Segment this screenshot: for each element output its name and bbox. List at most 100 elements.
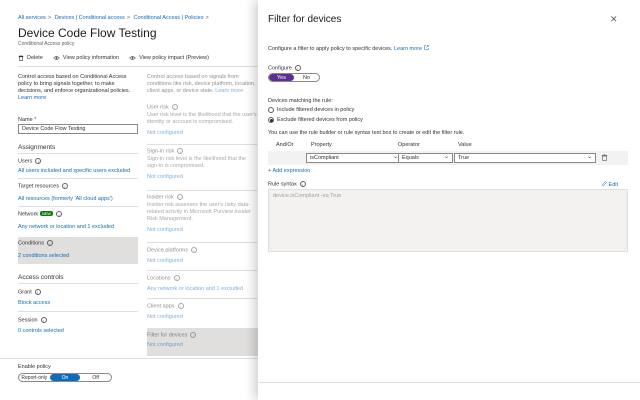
configure-yes-option[interactable]: Yes — [269, 74, 294, 81]
user-risk-item[interactable]: User risk i User risk level is the likeli… — [147, 104, 257, 136]
learn-more-link[interactable]: Learn more — [18, 95, 46, 101]
info-icon: i — [177, 148, 184, 154]
panel-description: Configure a filter to apply policy to sp… — [268, 45, 429, 52]
footer-divider — [0, 358, 258, 359]
add-expression-button[interactable]: + Add expression — [268, 168, 310, 174]
divider — [18, 153, 138, 154]
off-option[interactable]: Off — [80, 374, 111, 381]
exclude-radio[interactable]: Exclude filtered devices from policy — [268, 117, 363, 123]
info-icon: i — [173, 275, 180, 281]
info-icon: i — [190, 247, 197, 253]
value-dropdown[interactable]: True ⌄ — [454, 153, 596, 163]
panel-title: Filter for devices — [268, 14, 342, 25]
property-dropdown[interactable]: isCompliant ⌄ — [306, 153, 402, 163]
breadcrumb-all-services[interactable]: All services — [18, 15, 46, 21]
configure-label: Configure i — [268, 65, 301, 71]
chevron-down-icon: ⌄ — [443, 154, 449, 160]
divider — [18, 311, 138, 312]
divider — [18, 178, 138, 179]
filter-for-devices-item[interactable]: Filter for devices i Not configured — [147, 332, 257, 348]
insider-risk-item[interactable]: Insider risk i Insider risk assesses the … — [147, 194, 257, 233]
panel-footer-divider — [258, 382, 640, 383]
breadcrumb-policies[interactable]: Conditional Access | Policies — [134, 15, 204, 21]
view-policy-impact-button[interactable]: View policy impact (Preview) — [129, 55, 209, 61]
conditions-description: Control access based on signals from con… — [147, 74, 256, 94]
users-label: Users i — [18, 158, 138, 164]
trash-icon — [18, 55, 24, 61]
external-link-icon — [423, 45, 429, 50]
breadcrumb-devices[interactable]: Devices | Conditional access — [55, 15, 125, 21]
target-resources-link[interactable]: All resources (formerly 'All cloud apps'… — [18, 196, 138, 202]
divider — [147, 298, 257, 299]
users-value-link[interactable]: All users included and specific users ex… — [18, 168, 138, 174]
info-icon: i — [56, 211, 63, 217]
col-value-header: Value — [458, 142, 472, 148]
assignments-heading: Assignments — [18, 144, 56, 151]
rule-row: isCompliant ⌄ Equals ⌄ True ⌄ — [268, 151, 628, 165]
grant-label: Grant i — [18, 289, 138, 295]
session-label: Session i — [18, 317, 138, 323]
trash-icon[interactable] — [601, 154, 608, 161]
radio-selected-icon — [268, 117, 274, 123]
info-icon: i — [294, 65, 301, 71]
delete-button[interactable]: Delete — [18, 55, 43, 61]
view-info-label: View policy information — [62, 55, 120, 61]
close-icon[interactable]: ✕ — [610, 14, 618, 25]
info-icon: i — [34, 289, 41, 295]
grant-link[interactable]: Block access — [18, 300, 138, 306]
divider — [18, 206, 138, 207]
info-icon: i — [40, 317, 47, 323]
info-icon: i — [35, 158, 42, 164]
client-apps-link[interactable]: Not configured — [147, 314, 257, 320]
rule-syntax-textbox[interactable]: device.isCompliant -eq True — [268, 189, 628, 252]
include-radio[interactable]: Include filtered devices in policy — [268, 107, 354, 113]
sign-in-risk-item[interactable]: Sign-in risk i Sign-in risk level is the … — [147, 148, 257, 180]
device-platforms-item[interactable]: Device platforms i Not configured — [147, 247, 257, 264]
policy-description: Control access based on Conditional Acce… — [18, 74, 131, 101]
col-andor-header: And/Or — [276, 142, 294, 148]
target-resources-label: Target resources i — [18, 183, 138, 189]
configure-no-option[interactable]: No — [294, 74, 319, 81]
breadcrumb: All services > Devices | Conditional acce… — [18, 15, 209, 21]
rule-syntax-label: Rule syntax i — [268, 181, 306, 187]
devices-matching-label: Devices matching the rule: — [268, 98, 333, 104]
toolbar: Delete View policy information View poli… — [18, 55, 209, 61]
name-input[interactable]: Device Code Flow Testing — [18, 124, 138, 134]
report-only-option[interactable]: Report-only — [19, 374, 50, 381]
info-icon: i — [190, 332, 197, 338]
device-platforms-link[interactable]: Not configured — [147, 258, 257, 264]
info-icon: i — [299, 181, 306, 187]
client-apps-item[interactable]: Client apps i Not configured — [147, 303, 257, 320]
delete-label: Delete — [27, 55, 43, 61]
session-link[interactable]: 0 controls selected — [18, 328, 138, 334]
learn-more-link[interactable]: Learn more — [215, 88, 243, 94]
new-badge: NEW — [39, 211, 54, 217]
filter-for-devices-panel: Filter for devices ✕ Configure a filter … — [258, 0, 640, 400]
conditions-link[interactable]: 2 conditions selected — [18, 253, 138, 259]
network-link[interactable]: Any network or location and 1 excluded — [18, 224, 138, 230]
operator-dropdown[interactable]: Equals ⌄ — [398, 153, 453, 163]
enable-policy: Enable policy Report-only On Off — [18, 364, 112, 382]
locations-item[interactable]: Locations i Any network or location and 1… — [147, 275, 257, 292]
configure-toggle[interactable]: Yes No — [268, 73, 320, 82]
divider — [18, 283, 138, 284]
info-icon: i — [171, 104, 178, 110]
conditions-label: Conditions i — [18, 240, 138, 246]
page-subtitle: Conditional Access policy — [18, 41, 75, 47]
toolbar-divider — [18, 66, 258, 67]
learn-more-link[interactable]: Learn more — [394, 46, 422, 52]
filter-for-devices-link[interactable]: Not configured — [147, 342, 257, 348]
info-icon: i — [47, 240, 53, 246]
view-policy-info-button[interactable]: View policy information — [53, 55, 119, 61]
chevron-down-icon: ⌄ — [586, 154, 592, 160]
divider — [147, 242, 257, 243]
sign-in-risk-link[interactable]: Not configured — [147, 174, 257, 180]
edit-button[interactable]: Edit — [602, 181, 618, 188]
insider-risk-link[interactable]: Not configured — [147, 227, 257, 233]
on-option[interactable]: On — [49, 374, 81, 381]
pencil-icon — [602, 181, 607, 186]
locations-link[interactable]: Any network or location and 1 excluded — [147, 286, 257, 292]
enable-policy-toggle[interactable]: Report-only On Off — [18, 373, 112, 382]
divider — [147, 270, 257, 271]
user-risk-link[interactable]: Not configured — [147, 130, 257, 136]
